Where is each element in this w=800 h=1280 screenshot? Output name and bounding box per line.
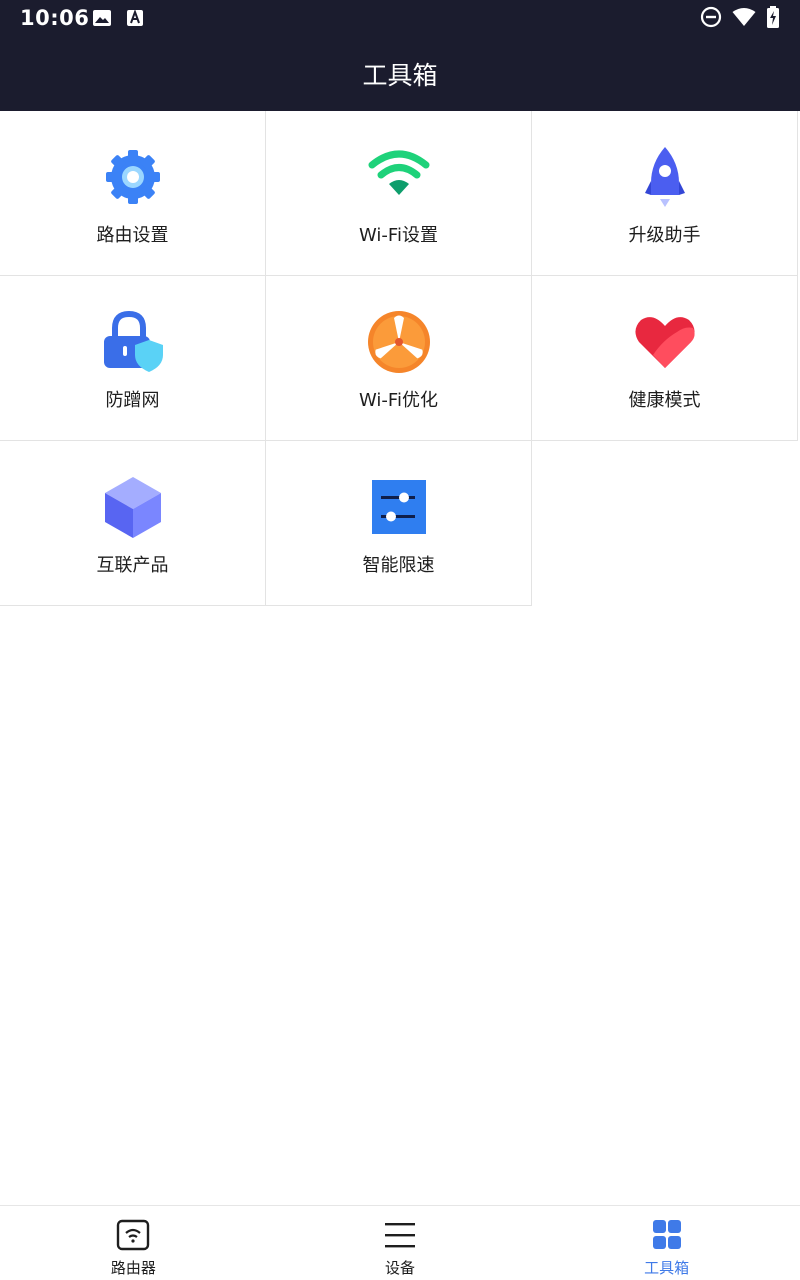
do-not-disturb-icon: [700, 6, 722, 28]
heart-icon: [634, 317, 695, 368]
nav-toolbox[interactable]: 工具箱: [533, 1206, 800, 1280]
wifi-icon: [368, 150, 429, 195]
status-bar: 10:06: [0, 0, 800, 36]
status-time: 10:06: [20, 6, 90, 30]
tool-wifi-optimize[interactable]: Wi-Fi优化: [266, 276, 532, 441]
nav-label: 工具箱: [644, 1259, 690, 1277]
app-header: 工具箱: [0, 36, 800, 111]
nav-label: 设备: [385, 1259, 416, 1277]
tool-label: 智能限速: [362, 555, 435, 576]
tool-label: 升级助手: [628, 225, 701, 246]
lock-shield-icon: [103, 310, 163, 372]
nav-devices[interactable]: 设备: [267, 1206, 534, 1280]
tool-wifi-settings[interactable]: Wi-Fi设置: [266, 111, 532, 276]
list-icon: [385, 1223, 415, 1248]
status-left-icons: [92, 8, 144, 28]
tool-grid: 路由设置 Wi-Fi设置 升级助手 防蹭网 Wi-Fi优化 健康模式 互联产品 …: [0, 111, 800, 606]
cube-icon: [104, 477, 161, 538]
nav-router[interactable]: 路由器: [0, 1206, 267, 1280]
bottom-nav: 路由器 设备 工具箱: [0, 1205, 800, 1280]
nav-label: 路由器: [110, 1259, 156, 1277]
tool-label: 互联产品: [96, 555, 169, 576]
tool-connected-products[interactable]: 互联产品: [0, 441, 266, 606]
font-a-icon: [127, 9, 143, 26]
tool-smart-speed-limit[interactable]: 智能限速: [266, 441, 532, 606]
grid-icon: [652, 1220, 681, 1249]
tool-upgrade-assistant[interactable]: 升级助手: [532, 111, 798, 276]
tool-label: 路由设置: [96, 225, 169, 246]
gear-icon: [105, 150, 160, 204]
tool-health-mode[interactable]: 健康模式: [532, 276, 798, 441]
wifi-icon: [732, 8, 756, 26]
tool-router-settings[interactable]: 路由设置: [0, 111, 266, 276]
tool-label: 健康模式: [628, 390, 701, 411]
router-icon: [117, 1219, 150, 1251]
rocket-icon: [644, 147, 685, 207]
status-right-icons: [700, 6, 780, 28]
tool-anti-leech[interactable]: 防蹭网: [0, 276, 266, 441]
page-title: 工具箱: [362, 60, 438, 90]
tool-label: Wi-Fi设置: [359, 225, 438, 246]
battery-charging-icon: [767, 6, 779, 28]
sliders-icon: [371, 480, 426, 534]
tool-label: 防蹭网: [105, 390, 160, 411]
tool-label: Wi-Fi优化: [359, 390, 438, 411]
image-icon: [93, 10, 111, 26]
fan-icon: [367, 311, 430, 373]
